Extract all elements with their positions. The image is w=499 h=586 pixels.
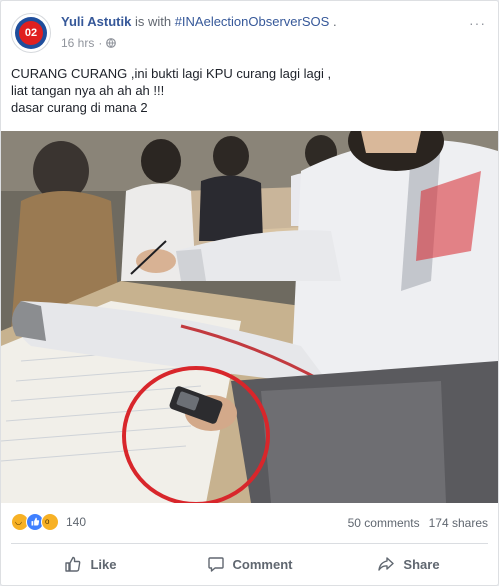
avatar-ring: 02 xyxy=(15,17,47,49)
tagged-suffix: . xyxy=(332,14,337,29)
post-author-line: Yuli Astutik is with #INAelectionObserve… xyxy=(61,14,337,29)
divider xyxy=(11,543,488,544)
post-text-line: liat tangan nya ah ah ah !!! xyxy=(11,83,165,98)
post-meta: 16 hrs · xyxy=(61,36,117,50)
post-text: CURANG CURANG ,ini bukti lagi KPU curang… xyxy=(11,65,488,116)
post-stats: ◡ o 140 50 comments 174 shares xyxy=(11,513,488,535)
globe-icon xyxy=(106,38,117,48)
post-time[interactable]: 16 hrs xyxy=(61,36,94,50)
share-button[interactable]: Share xyxy=(329,547,488,581)
share-icon xyxy=(378,557,395,571)
engagement-counts: 50 comments 174 shares xyxy=(348,516,488,530)
post-photo[interactable] xyxy=(1,131,498,503)
more-options-icon[interactable]: ··· xyxy=(469,15,486,31)
action-bar: Like Comment Share xyxy=(11,547,488,581)
comment-label: Comment xyxy=(232,556,293,572)
post-header: 02 Yuli Astutik is with #INAelectionObse… xyxy=(11,11,488,57)
reaction-summary[interactable]: ◡ o 140 xyxy=(11,513,86,531)
wow-reaction-icon: o xyxy=(41,513,59,531)
with-text: is with xyxy=(134,14,172,29)
avatar-logo-text: 02 xyxy=(19,21,43,45)
post-text-line: dasar curang di mana 2 xyxy=(11,100,148,115)
thumbs-up-icon xyxy=(65,556,81,572)
like-button[interactable]: Like xyxy=(11,547,170,581)
post-card: 02 Yuli Astutik is with #INAelectionObse… xyxy=(0,0,499,586)
author-name[interactable]: Yuli Astutik xyxy=(61,14,131,29)
comment-icon xyxy=(207,557,224,572)
avatar[interactable]: 02 xyxy=(11,13,51,53)
comment-button[interactable]: Comment xyxy=(170,547,329,581)
comment-count[interactable]: 50 comments xyxy=(348,516,420,530)
share-label: Share xyxy=(403,556,440,572)
photo-illustration xyxy=(1,131,498,503)
meta-separator: · xyxy=(98,36,103,50)
reaction-count[interactable]: 140 xyxy=(66,515,86,529)
like-label: Like xyxy=(90,556,117,572)
tagged-page[interactable]: #INAelectionObserverSOS xyxy=(175,14,330,29)
share-count[interactable]: 174 shares xyxy=(429,516,488,530)
post-text-line: CURANG CURANG ,ini bukti lagi KPU curang… xyxy=(11,66,332,81)
